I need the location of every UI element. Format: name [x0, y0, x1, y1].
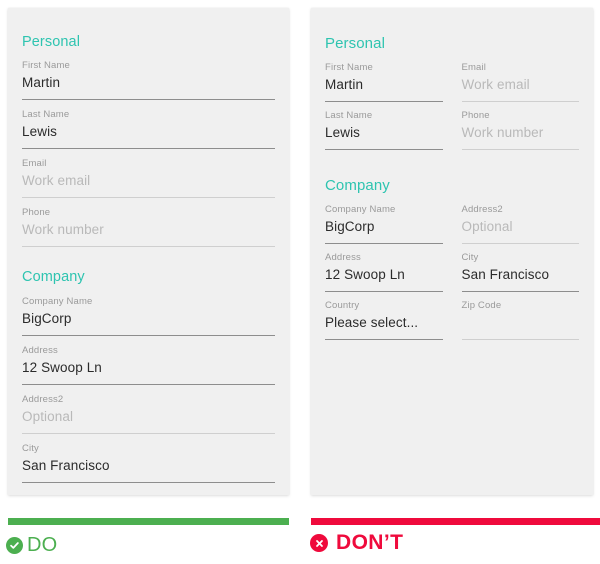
field-value: Lewis: [325, 125, 361, 140]
field-placeholder: Work number: [22, 222, 104, 238]
field-label: Address2: [22, 393, 64, 405]
dont-accent-bar: [311, 518, 600, 525]
field-placeholder: Work number: [461, 125, 544, 140]
field-label: First Name: [22, 60, 70, 72]
comparison-stage: Personal First Name Martin Last Name Lew…: [0, 0, 600, 564]
field-address2[interactable]: Address2 Optional: [461, 203, 579, 244]
field-value: Please select...: [325, 315, 419, 330]
form-row: Country Please select... Zip Code: [325, 299, 579, 347]
form-row: Company Name BigCorp Address2 Optional: [325, 203, 579, 251]
field-label: Company Name: [22, 295, 93, 307]
field-email[interactable]: Email Work email: [22, 157, 275, 199]
x-circle-icon: [310, 534, 328, 552]
do-form-card: Personal First Name Martin Last Name Lew…: [8, 8, 289, 495]
do-card-body: Personal First Name Martin Last Name Lew…: [22, 34, 275, 483]
field-label: Zip Code: [461, 300, 502, 311]
field-placeholder: Work email: [461, 77, 530, 92]
do-accent-bar: [8, 518, 289, 525]
field-company-name[interactable]: Company Name BigCorp: [22, 295, 275, 336]
field-value: San Francisco: [22, 457, 110, 473]
field-label: City: [461, 252, 479, 263]
field-last-name[interactable]: Last Name Lewis: [22, 108, 275, 150]
form-row: Last Name Lewis Phone Work number: [325, 109, 579, 157]
field-country[interactable]: Country Please select...: [325, 299, 443, 340]
check-circle-icon: [6, 536, 23, 554]
field-last-name[interactable]: Last Name Lewis: [325, 109, 443, 150]
field-label: Address: [22, 344, 58, 356]
field-label: Address: [325, 252, 361, 263]
field-phone[interactable]: Phone Work number: [22, 206, 275, 248]
do-caption-label: DO: [27, 534, 58, 556]
field-label: Email: [461, 62, 487, 73]
field-label: Phone: [22, 207, 51, 219]
field-value: BigCorp: [325, 219, 375, 234]
field-first-name[interactable]: First Name Martin: [22, 59, 275, 101]
field-value: 12 Swoop Ln: [22, 359, 102, 375]
field-email[interactable]: Email Work email: [461, 61, 579, 102]
field-value: San Francisco: [461, 267, 550, 282]
field-label: Address2: [461, 204, 503, 215]
field-city[interactable]: City San Francisco: [22, 442, 275, 483]
field-zip-code[interactable]: Zip Code: [461, 299, 580, 340]
section-title-personal: Personal: [22, 34, 81, 50]
do-caption: DO: [6, 535, 57, 555]
field-label: Country: [325, 300, 360, 311]
dont-card-body: Personal First Name Martin Email Work em…: [325, 35, 579, 347]
field-city[interactable]: City San Francisco: [461, 251, 579, 292]
field-company-name[interactable]: Company Name BigCorp: [325, 203, 443, 244]
field-label: City: [22, 442, 39, 454]
field-label: Email: [22, 158, 47, 170]
field-label: Phone: [461, 110, 490, 121]
field-label: Last Name: [325, 110, 373, 121]
field-label: First Name: [325, 62, 373, 73]
field-label: Company Name: [325, 204, 396, 215]
field-placeholder: Optional: [461, 219, 513, 234]
dont-form-card: Personal First Name Martin Email Work em…: [311, 8, 593, 495]
form-row: Address 12 Swoop Ln City San Francisco: [325, 251, 579, 299]
form-row: First Name Martin Email Work email: [325, 61, 579, 109]
field-address[interactable]: Address 12 Swoop Ln: [325, 251, 443, 292]
field-value: 12 Swoop Ln: [325, 267, 405, 282]
section-title-company: Company: [325, 177, 390, 194]
dont-caption-label: DON’T: [336, 531, 404, 554]
field-value: BigCorp: [22, 310, 72, 326]
field-address[interactable]: Address 12 Swoop Ln: [22, 344, 275, 385]
field-value: Lewis: [22, 124, 58, 140]
field-phone[interactable]: Phone Work number: [461, 109, 579, 150]
field-value: Martin: [22, 75, 61, 91]
section-title-company: Company: [22, 269, 85, 286]
field-address2[interactable]: Address2 Optional: [22, 393, 275, 434]
field-value: Martin: [325, 77, 364, 92]
field-placeholder: Work email: [22, 173, 91, 189]
field-placeholder: Optional: [22, 408, 74, 424]
section-title-personal: Personal: [325, 35, 386, 52]
field-label: Last Name: [22, 109, 70, 121]
dont-caption: DON’T: [310, 531, 404, 554]
field-first-name[interactable]: First Name Martin: [325, 61, 443, 102]
field-value: [462, 314, 580, 332]
